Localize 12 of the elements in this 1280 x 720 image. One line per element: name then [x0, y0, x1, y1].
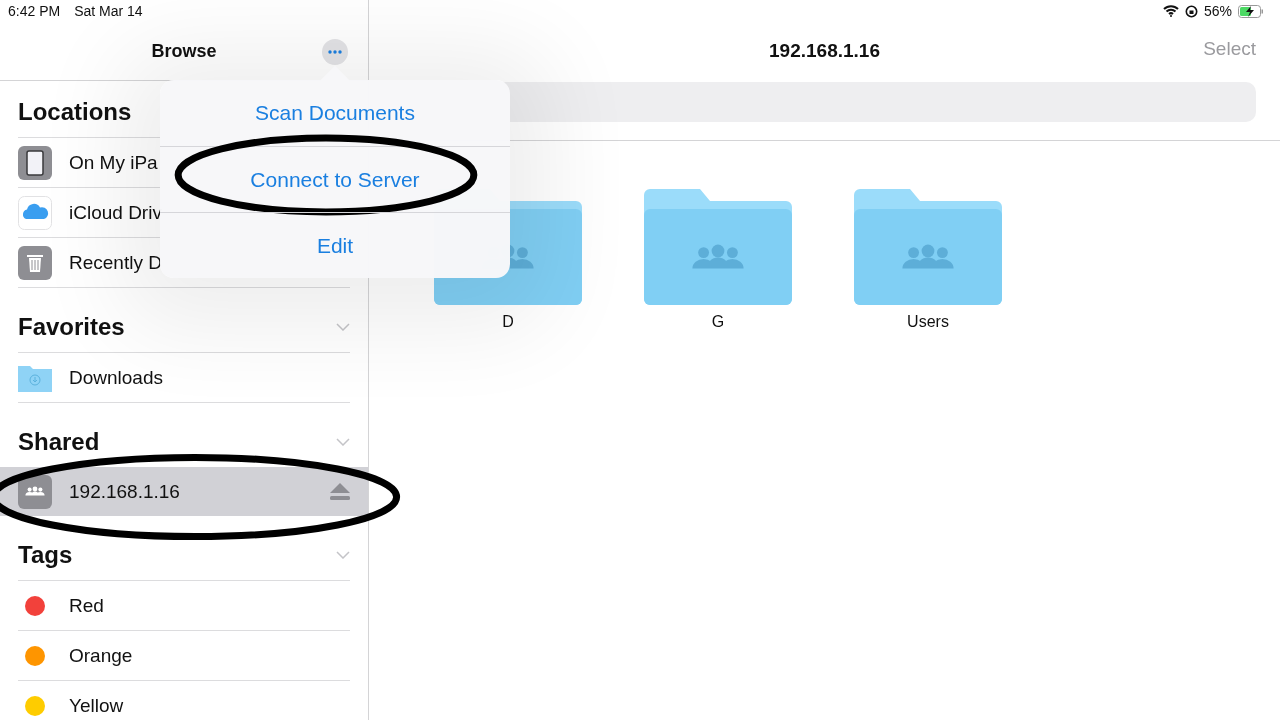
sidebar-title: Browse [151, 40, 217, 62]
section-title: Tags [18, 541, 73, 569]
status-date: Sat Mar 14 [74, 3, 143, 19]
folder-title: 192.168.1.16 [769, 40, 880, 62]
section-title: Shared [18, 428, 100, 456]
folder-name: G [711, 313, 725, 331]
battery-percent: 56% [1203, 3, 1232, 19]
section-title: Locations [18, 98, 132, 126]
section-title: Favorites [18, 313, 125, 341]
folder-name: D [502, 313, 514, 331]
folder-name: Users [907, 313, 949, 331]
status-time: 6:42 PM [8, 3, 61, 19]
